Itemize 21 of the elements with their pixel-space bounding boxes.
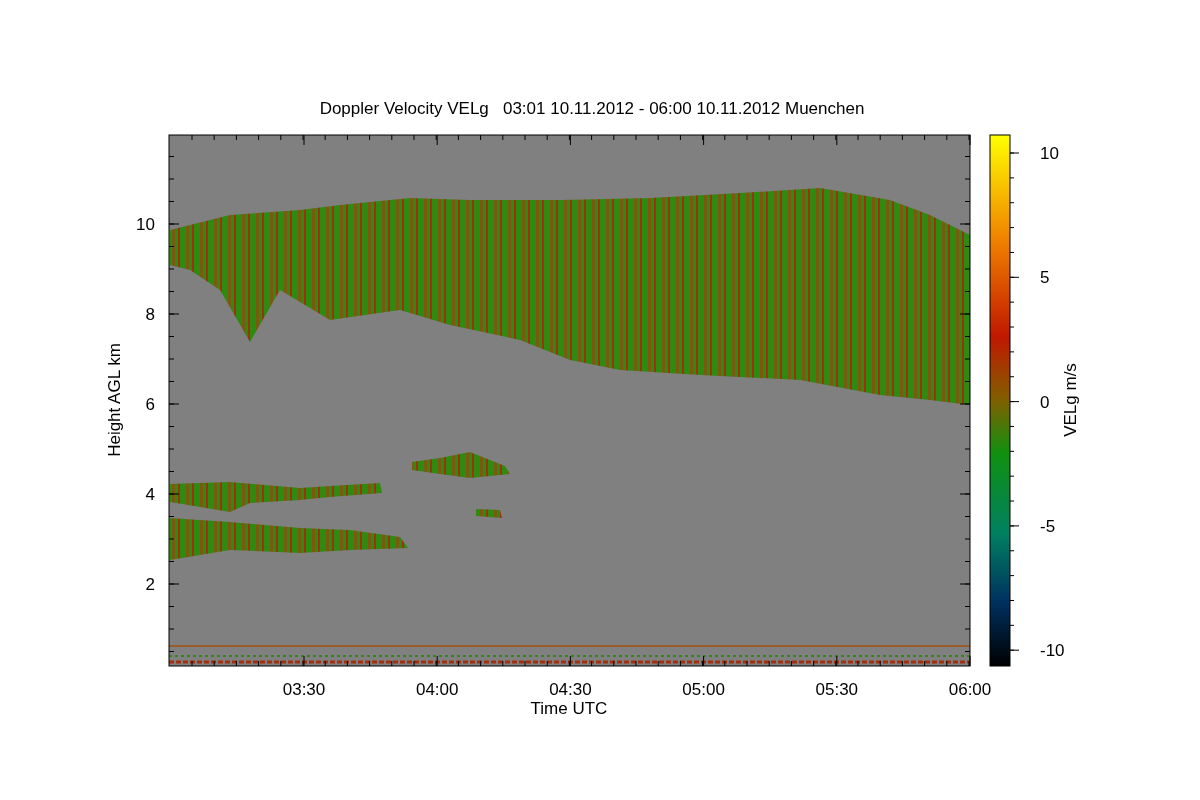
tick-label: 10 — [136, 215, 155, 234]
tick-label: 0 — [1040, 392, 1050, 412]
tick-label: 5 — [1040, 268, 1050, 288]
tick-label: 05:00 — [682, 680, 725, 699]
axis-label: Time UTC — [530, 699, 608, 718]
axis-label: VELg m/s — [1061, 363, 1080, 437]
tick-label: 04:30 — [549, 680, 592, 699]
cloud-echo-area — [476, 509, 502, 518]
tick-label: 8 — [145, 305, 155, 324]
tick-label: -10 — [1040, 641, 1065, 661]
tick-label: 4 — [145, 485, 155, 504]
tick-label: 05:30 — [815, 680, 859, 699]
tick-label: -5 — [1040, 516, 1056, 536]
chart-title: Doppler Velocity VELg 03:01 10.11.2012 - 06:00 10.11.2012 Muenchen — [319, 99, 865, 118]
tick-label: 2 — [145, 575, 155, 594]
tick-label: 06:00 — [948, 680, 992, 699]
tick-label: 6 — [145, 395, 155, 414]
tick-label: 10 — [1040, 144, 1059, 163]
tick-label: 03:30 — [282, 680, 326, 699]
axis-label: Height AGL km — [105, 343, 124, 457]
tick-label: 04:00 — [415, 680, 459, 699]
